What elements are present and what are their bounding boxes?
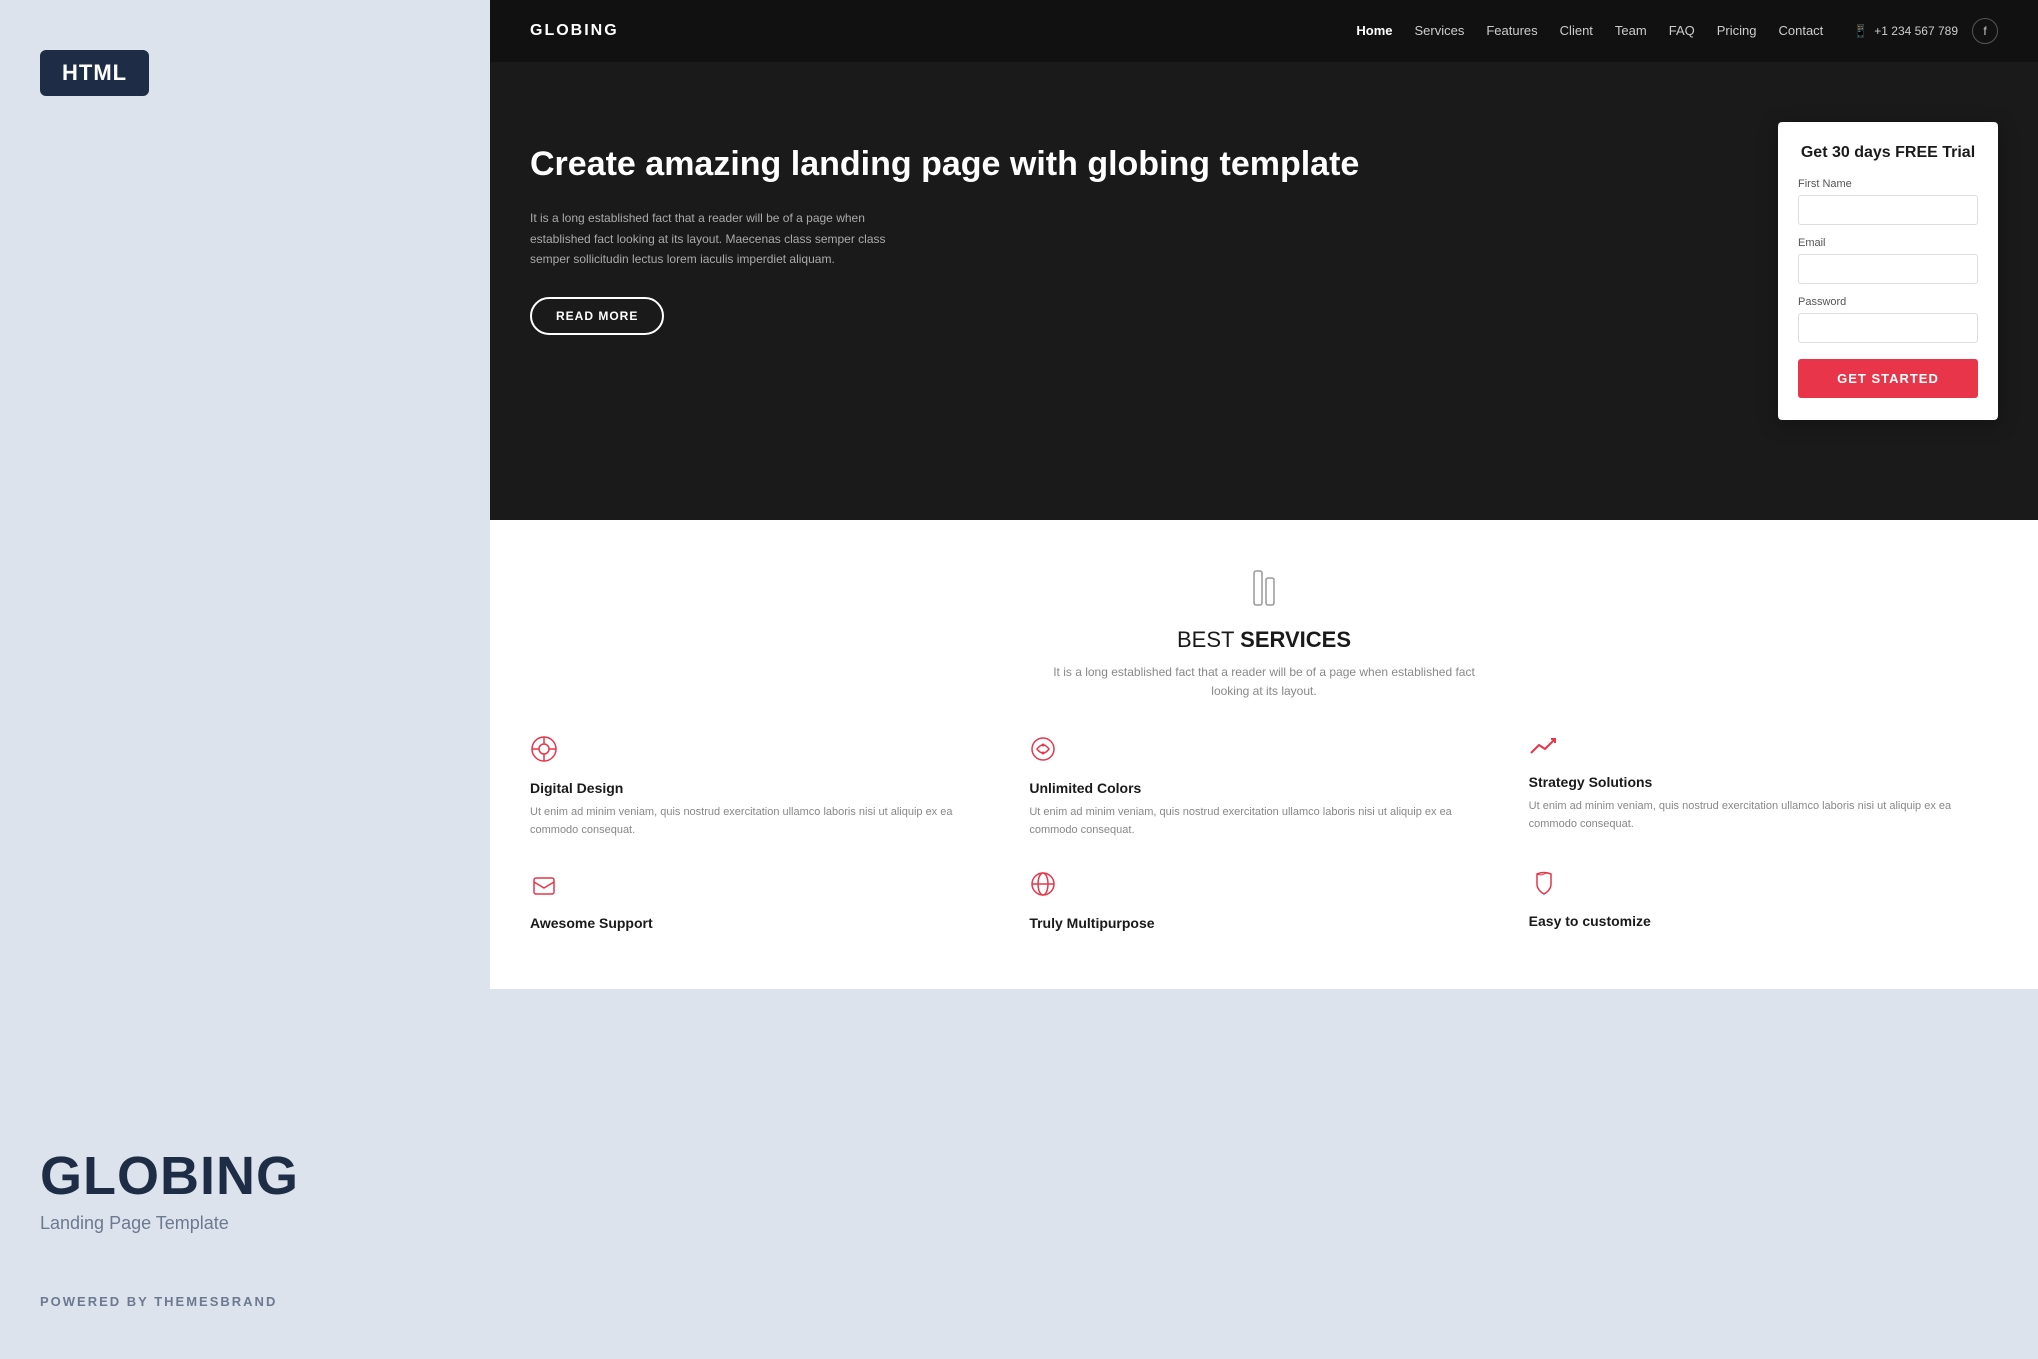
nav-item-features[interactable]: Features bbox=[1486, 22, 1537, 40]
trial-card-title: Get 30 days FREE Trial bbox=[1798, 144, 1978, 162]
strategy-icon bbox=[1529, 735, 1998, 764]
service-item-digital-design: Digital Design Ut enim ad minim veniam, … bbox=[530, 735, 999, 839]
service-text-unlimited-colors: Ut enim ad minim veniam, quis nostrud ex… bbox=[1029, 804, 1498, 839]
service-item-customize: Easy to customize bbox=[1529, 870, 1998, 939]
service-title-multipurpose: Truly Multipurpose bbox=[1029, 915, 1498, 931]
customize-icon bbox=[1529, 870, 1998, 903]
nav-link-contact[interactable]: Contact bbox=[1778, 23, 1823, 38]
hero-content: Create amazing landing page with globing… bbox=[490, 62, 2038, 460]
get-started-button[interactable]: GET STARTED bbox=[1798, 359, 1978, 398]
service-title-customize: Easy to customize bbox=[1529, 913, 1998, 929]
navbar: GLOBING Home Services Features Client Te… bbox=[490, 0, 2038, 62]
hero-text: Create amazing landing page with globing… bbox=[530, 122, 1738, 335]
password-input[interactable] bbox=[1798, 313, 1978, 343]
brand-name: GLOBING bbox=[40, 1145, 450, 1207]
hero-description: It is a long established fact that a rea… bbox=[530, 208, 910, 269]
services-heading: BEST SERVICES bbox=[530, 627, 1998, 653]
service-text-strategy: Ut enim ad minim veniam, quis nostrud ex… bbox=[1529, 798, 1998, 833]
nav-logo: GLOBING bbox=[530, 22, 619, 40]
nav-item-home[interactable]: Home bbox=[1356, 22, 1392, 40]
service-text-digital-design: Ut enim ad minim veniam, quis nostrud ex… bbox=[530, 804, 999, 839]
service-item-unlimited-colors: Unlimited Colors Ut enim ad minim veniam… bbox=[1029, 735, 1498, 839]
first-name-input[interactable] bbox=[1798, 195, 1978, 225]
nav-item-services[interactable]: Services bbox=[1415, 22, 1465, 40]
digital-design-icon bbox=[530, 735, 999, 770]
powered-by: POWERED BY THEMESBRAND bbox=[40, 1294, 450, 1309]
read-more-button[interactable]: READ MORE bbox=[530, 297, 664, 335]
phone-icon: 📱 bbox=[1853, 24, 1868, 38]
service-item-strategy: Strategy Solutions Ut enim ad minim veni… bbox=[1529, 735, 1998, 839]
nav-link-faq[interactable]: FAQ bbox=[1669, 23, 1695, 38]
nav-link-features[interactable]: Features bbox=[1486, 23, 1537, 38]
first-name-label: First Name bbox=[1798, 178, 1978, 190]
nav-link-client[interactable]: Client bbox=[1560, 23, 1593, 38]
nav-item-pricing[interactable]: Pricing bbox=[1717, 22, 1757, 40]
brand-subtitle: Landing Page Template bbox=[40, 1213, 450, 1234]
nav-phone: 📱 +1 234 567 789 bbox=[1853, 24, 1958, 38]
hero-title: Create amazing landing page with globing… bbox=[530, 142, 1738, 186]
service-item-support: Awesome Support bbox=[530, 870, 999, 939]
service-title-digital-design: Digital Design bbox=[530, 780, 999, 796]
hero-section: GLOBING Home Services Features Client Te… bbox=[490, 0, 2038, 520]
services-grid: Digital Design Ut enim ad minim veniam, … bbox=[530, 735, 1998, 938]
nav-link-services[interactable]: Services bbox=[1415, 23, 1465, 38]
nav-item-team[interactable]: Team bbox=[1615, 22, 1647, 40]
email-input[interactable] bbox=[1798, 254, 1978, 284]
nav-item-client[interactable]: Client bbox=[1560, 22, 1593, 40]
right-panel: GLOBING Home Services Features Client Te… bbox=[490, 0, 2038, 1359]
phone-number: +1 234 567 789 bbox=[1874, 24, 1958, 38]
email-label: Email bbox=[1798, 237, 1978, 249]
nav-item-faq[interactable]: FAQ bbox=[1669, 22, 1695, 40]
unlimited-colors-icon bbox=[1029, 735, 1498, 770]
password-label: Password bbox=[1798, 296, 1978, 308]
service-title-unlimited-colors: Unlimited Colors bbox=[1029, 780, 1498, 796]
services-description: It is a long established fact that a rea… bbox=[530, 663, 1998, 701]
trial-card: Get 30 days FREE Trial First Name Email … bbox=[1778, 122, 1998, 420]
nav-links: Home Services Features Client Team FAQ P… bbox=[1356, 22, 1823, 40]
nav-link-home[interactable]: Home bbox=[1356, 23, 1392, 38]
service-item-multipurpose: Truly Multipurpose bbox=[1029, 870, 1498, 939]
service-title-support: Awesome Support bbox=[530, 915, 999, 931]
nav-item-contact[interactable]: Contact bbox=[1778, 22, 1823, 40]
nav-link-pricing[interactable]: Pricing bbox=[1717, 23, 1757, 38]
services-heading-bold: SERVICES bbox=[1240, 627, 1351, 652]
services-heading-normal: BEST bbox=[1177, 627, 1240, 652]
nav-link-team[interactable]: Team bbox=[1615, 23, 1647, 38]
service-title-strategy: Strategy Solutions bbox=[1529, 774, 1998, 790]
services-top-icon bbox=[530, 570, 1998, 613]
services-section: BEST SERVICES It is a long established f… bbox=[490, 520, 2038, 989]
html-badge: HTML bbox=[40, 50, 149, 96]
left-bottom: GLOBING Landing Page Template POWERED BY… bbox=[40, 1085, 450, 1309]
left-panel: HTML GLOBING Landing Page Template POWER… bbox=[0, 0, 490, 1359]
multipurpose-icon bbox=[1029, 870, 1498, 905]
support-icon bbox=[530, 870, 999, 905]
facebook-icon[interactable]: f bbox=[1972, 18, 1998, 44]
